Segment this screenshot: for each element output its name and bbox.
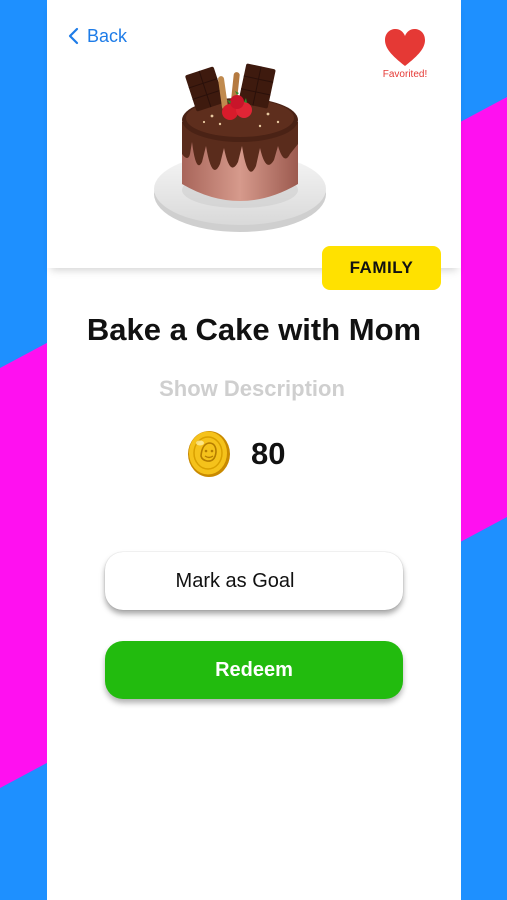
- cake-image: [154, 63, 326, 232]
- heart-icon: [385, 29, 425, 66]
- back-button[interactable]: Back: [67, 24, 127, 48]
- points-value: 80: [251, 436, 286, 471]
- reward-detail-screen: Back Favorited! FAMILY Bake a Cake with …: [47, 0, 461, 900]
- back-label: Back: [87, 25, 128, 46]
- show-description-button[interactable]: Show Description: [47, 376, 457, 402]
- points-row: 80: [187, 430, 285, 478]
- mark-as-goal-button[interactable]: Mark as Goal: [105, 552, 403, 610]
- reward-hero: Back Favorited!: [47, 0, 461, 268]
- redeem-button[interactable]: Redeem: [105, 641, 403, 699]
- chevron-left-icon: [68, 27, 79, 45]
- reward-title: Bake a Cake with Mom: [86, 312, 422, 347]
- favorite-toggle[interactable]: Favorited!: [377, 28, 433, 80]
- coin-icon: [188, 431, 230, 477]
- category-badge: FAMILY: [322, 246, 441, 290]
- favorite-label: Favorited!: [382, 69, 428, 80]
